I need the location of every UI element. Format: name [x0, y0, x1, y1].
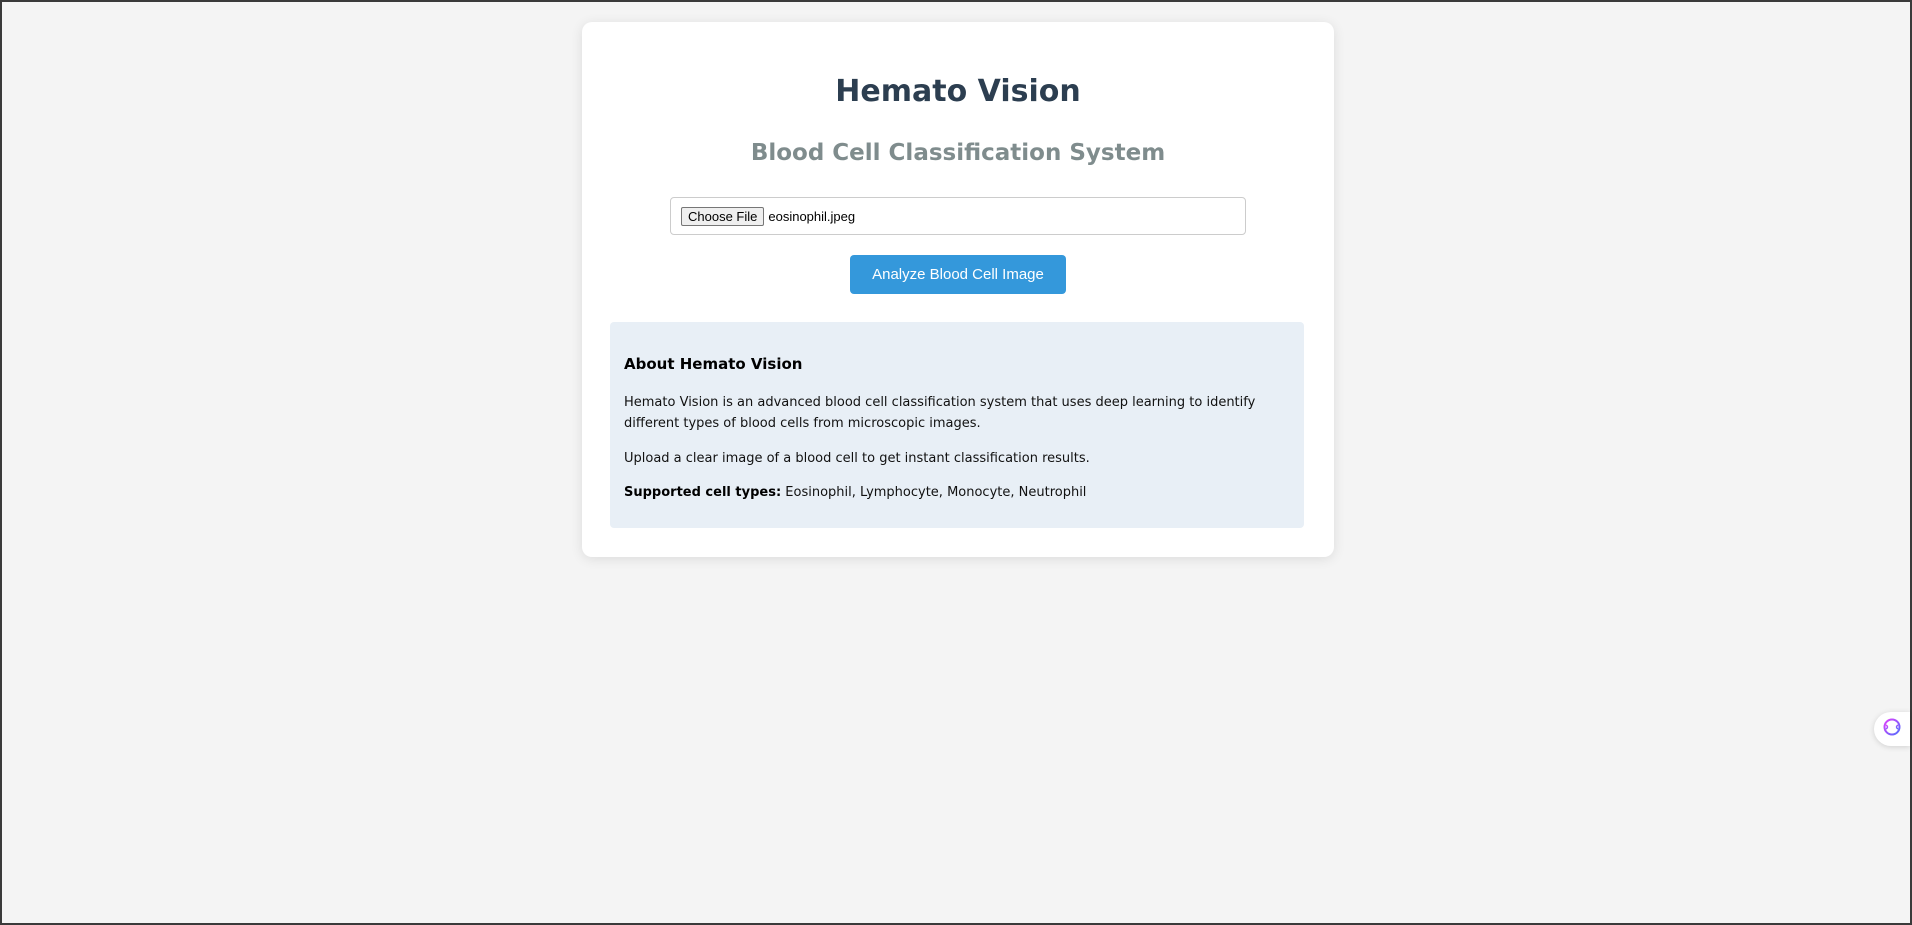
- analyze-button[interactable]: Analyze Blood Cell Image: [850, 255, 1066, 294]
- about-instructions: Upload a clear image of a blood cell to …: [624, 451, 1090, 466]
- main-card: Hemato Vision Blood Cell Classification …: [582, 22, 1334, 557]
- brain-icon: [1883, 718, 1901, 740]
- page-subtitle: Blood Cell Classification System: [750, 140, 1166, 166]
- supported-label: Supported cell types:: [624, 485, 782, 500]
- file-upload-field[interactable]: Choose File eosinophil.jpeg: [670, 197, 1246, 235]
- choose-file-button[interactable]: Choose File: [681, 206, 765, 226]
- floating-assistant-button[interactable]: [1874, 712, 1910, 746]
- about-description: Hemato Vision is an advanced blood cell …: [624, 395, 1256, 431]
- page-title: Hemato Vision: [835, 74, 1081, 109]
- supported-types-list: Eosinophil, Lymphocyte, Monocyte, Neutro…: [781, 485, 1087, 500]
- selected-file-name: eosinophil.jpeg: [768, 208, 856, 224]
- about-heading: About Hemato Vision: [624, 355, 803, 373]
- supported-cell-types: Supported cell types: Eosinophil, Lympho…: [624, 482, 1290, 503]
- about-section: About Hemato Vision Hemato Vision is an …: [610, 322, 1304, 528]
